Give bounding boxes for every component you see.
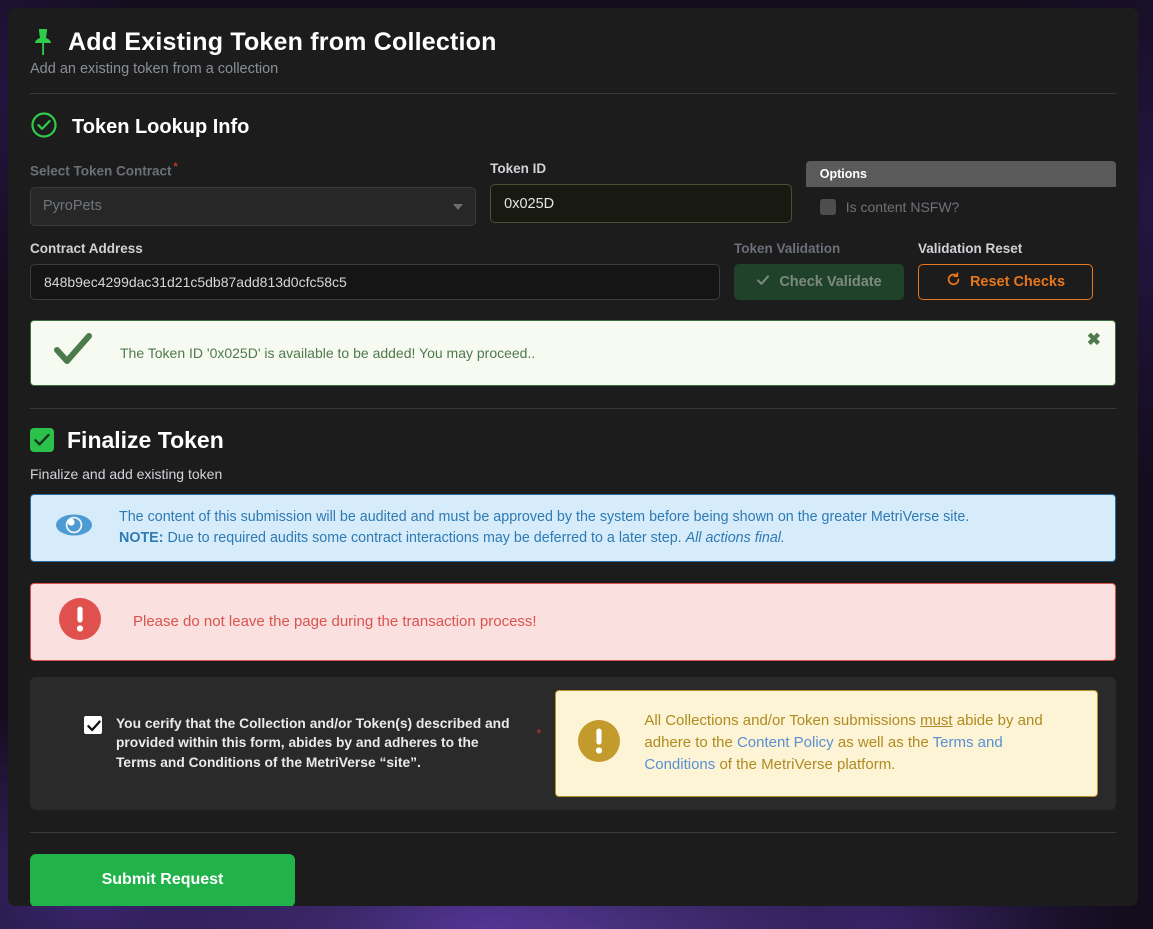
contract-address-value: 848b9ec4299dac31d21c5db87add813d0cfc58c5 [44,273,347,290]
token-validation-label: Token Validation [734,240,841,256]
options-panel-title: Options [805,161,1116,187]
submit-divider [30,831,1116,833]
danger-alert-message: Please do not leave the page during the … [133,613,537,630]
certify-panel: You cerify that the Collection and/or To… [30,676,1116,810]
danger-alert: Please do not leave the page during the … [30,582,1116,661]
check-mark-icon [53,333,93,372]
token-id-field: Token ID 0x025D [490,161,792,223]
policy-part3: as well as the [833,733,933,751]
check-icon [756,273,770,291]
contract-address-input[interactable]: 848b9ec4299dac31d21c5db87add813d0cfc58c5 [30,263,720,300]
token-id-label: Token ID [490,161,547,176]
info-alert-note-text: Due to required audits some contract int… [163,529,686,546]
info-alert-note-label: NOTE: [119,529,164,546]
refresh-icon [946,272,961,291]
select-token-contract-field: Select Token Contract * PyroPets [30,161,477,226]
policy-notice-box: All Collections and/or Token submissions… [555,689,1098,797]
close-icon[interactable]: ✖ [1087,331,1101,348]
finalize-divider [30,407,1116,409]
info-alert-italic: All actions final. [685,529,785,546]
reset-checks-button[interactable]: Reset Checks [918,263,1093,300]
check-validate-label: Check Validate [779,273,882,290]
select-token-contract-label: Select Token Contract * [30,161,476,179]
certify-checkbox[interactable] [84,715,102,734]
page-header: Add Existing Token from Collection Add a… [30,8,1116,78]
info-alert-line1: The content of this submission will be a… [119,508,970,525]
submit-request-button[interactable]: Submit Request [30,853,295,906]
select-token-contract-label-text: Select Token Contract [30,163,172,179]
token-id-input[interactable]: 0x025D [490,184,792,223]
policy-part1: All Collections and/or Token submissions [644,711,921,729]
finalize-title: Finalize Token [67,426,224,453]
lookup-row-1: Select Token Contract * PyroPets Token ID… [30,161,1116,226]
check-validate-button[interactable]: Check Validate [734,263,904,300]
page-title: Add Existing Token from Collection [68,27,497,56]
nsfw-label: Is content NSFW? [845,199,960,215]
content-policy-link[interactable]: Content Policy [737,734,834,751]
token-validation-field: Token Validation Check Validate [734,241,904,300]
validation-reset-field: Validation Reset Reset Checks [918,241,1093,300]
section-title: Token Lookup Info [72,116,250,138]
info-alert-body: The content of this submission will be a… [119,507,969,548]
policy-notice-text: All Collections and/or Token submissions… [644,710,1077,777]
chevron-down-icon [453,204,464,210]
contract-address-field: Contract Address 848b9ec4299dac31d21c5db… [30,241,720,300]
nsfw-checkbox[interactable] [819,199,836,215]
pin-icon [30,26,56,58]
policy-must: must [920,711,953,729]
eye-icon [55,511,93,544]
reset-checks-label: Reset Checks [969,273,1066,290]
add-existing-token-card: Add Existing Token from Collection Add a… [8,8,1138,906]
green-checkbox-icon [30,428,54,452]
success-alert: The Token ID '0x025D' is available to be… [30,319,1116,386]
token-id-value: 0x025D [504,195,555,212]
submit-request-label: Submit Request [101,871,224,888]
options-panel: Options Is content NSFW? [805,161,1116,215]
check-circle-icon [30,111,58,144]
header-divider [30,93,1116,94]
required-asterisk: * [173,161,178,173]
exclamation-circle-icon [576,718,622,769]
info-alert-line2: NOTE: Due to required audits some contra… [119,528,969,549]
certify-checkbox-group[interactable]: You cerify that the Collection and/or To… [48,714,555,773]
policy-part4: of the MetriVerse platform. [715,756,896,774]
finalize-subtitle: Finalize and add existing token [30,465,223,482]
select-token-contract-value: PyroPets [43,198,102,214]
token-lookup-section-header: Token Lookup Info [30,111,1116,144]
title-row: Add Existing Token from Collection [30,26,1116,58]
success-alert-message: The Token ID '0x025D' is available to be… [120,344,536,361]
validation-reset-label: Validation Reset [918,240,1023,256]
page-subtitle: Add an existing token from a collection [30,61,279,77]
exclamation-circle-icon [57,596,103,647]
finalize-section-header: Finalize Token [30,427,1116,454]
info-alert: The content of this submission will be a… [30,493,1116,562]
lookup-row-2: Contract Address 848b9ec4299dac31d21c5db… [30,241,1116,300]
nsfw-option-row: Is content NSFW? [806,187,1116,215]
certify-label: You cerify that the Collection and/or To… [116,715,510,770]
required-asterisk: * [536,725,542,741]
select-token-contract-dropdown[interactable]: PyroPets [30,186,477,226]
contract-address-label: Contract Address [30,240,143,256]
